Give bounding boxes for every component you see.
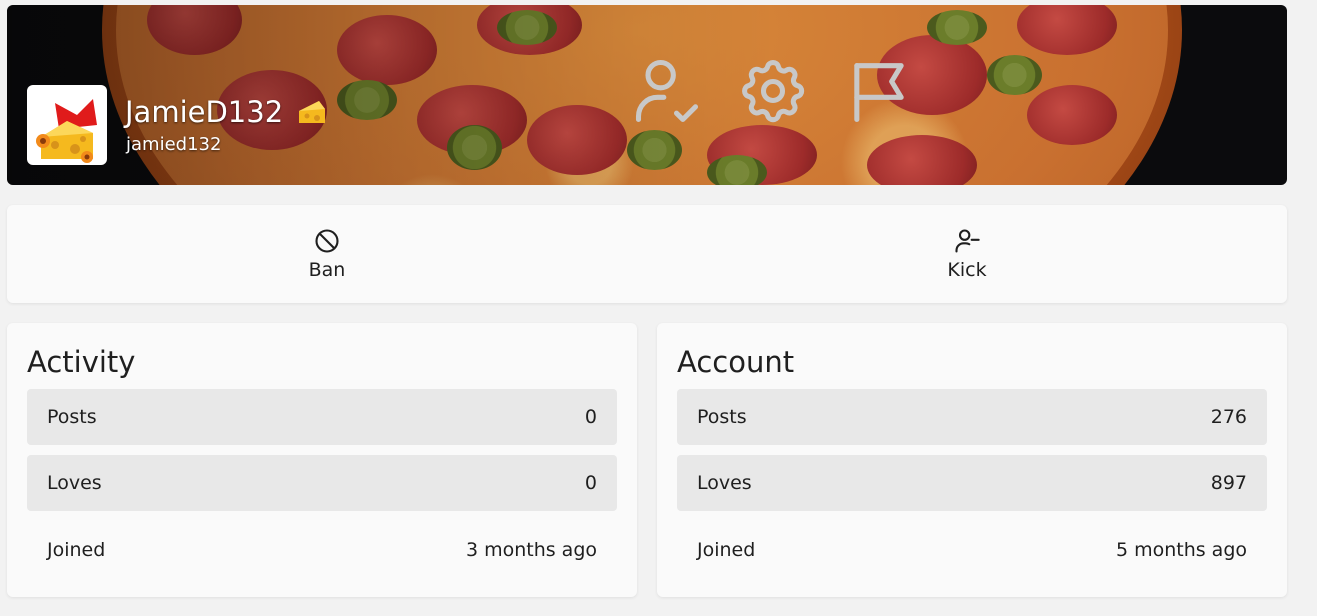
account-loves-row: Loves 897 bbox=[677, 455, 1267, 511]
row-label: Loves bbox=[697, 472, 752, 494]
ban-icon bbox=[315, 229, 339, 253]
gear-icon[interactable] bbox=[735, 53, 811, 129]
activity-joined-row: Joined 3 months ago bbox=[27, 522, 617, 578]
row-value: 3 months ago bbox=[465, 539, 597, 561]
row-label: Loves bbox=[47, 472, 102, 494]
row-value: 0 bbox=[584, 472, 597, 494]
account-title: Account bbox=[677, 345, 795, 379]
activity-posts-row: Posts 0 bbox=[27, 389, 617, 445]
banner-actions bbox=[629, 53, 917, 129]
account-joined-row: Joined 5 months ago bbox=[677, 522, 1267, 578]
activity-title: Activity bbox=[27, 345, 136, 379]
row-value: 5 months ago bbox=[1115, 539, 1247, 561]
flag-icon[interactable] bbox=[841, 53, 917, 129]
kick-label: Kick bbox=[947, 259, 987, 281]
account-card: Account Posts 276 Loves 897 Joined 5 mon… bbox=[657, 323, 1287, 597]
activity-loves-row: Loves 0 bbox=[27, 455, 617, 511]
display-name-text: JamieD132 bbox=[125, 95, 284, 129]
ban-button[interactable]: Ban bbox=[7, 205, 647, 303]
row-value: 0 bbox=[584, 406, 597, 428]
cheese-avatar-icon bbox=[36, 99, 97, 163]
ban-label: Ban bbox=[308, 259, 346, 281]
kick-button[interactable]: Kick bbox=[647, 205, 1287, 303]
row-label: Joined bbox=[697, 539, 756, 561]
avatar[interactable] bbox=[27, 85, 107, 165]
user-minus-icon bbox=[955, 229, 980, 253]
row-value: 897 bbox=[1210, 472, 1247, 494]
profile-banner: JamieD132 jamied132 bbox=[7, 5, 1287, 185]
row-value: 276 bbox=[1210, 406, 1247, 428]
activity-card: Activity Posts 0 Loves 0 Joined 3 months… bbox=[7, 323, 637, 597]
row-label: Joined bbox=[47, 539, 106, 561]
row-label: Posts bbox=[47, 406, 97, 428]
username: jamied132 bbox=[126, 134, 222, 155]
row-label: Posts bbox=[697, 406, 747, 428]
moderation-action-bar: Ban Kick bbox=[7, 205, 1287, 303]
user-check-icon[interactable] bbox=[629, 53, 705, 129]
account-posts-row: Posts 276 bbox=[677, 389, 1267, 445]
display-name: JamieD132 bbox=[125, 95, 327, 129]
cheese-icon bbox=[299, 101, 326, 123]
